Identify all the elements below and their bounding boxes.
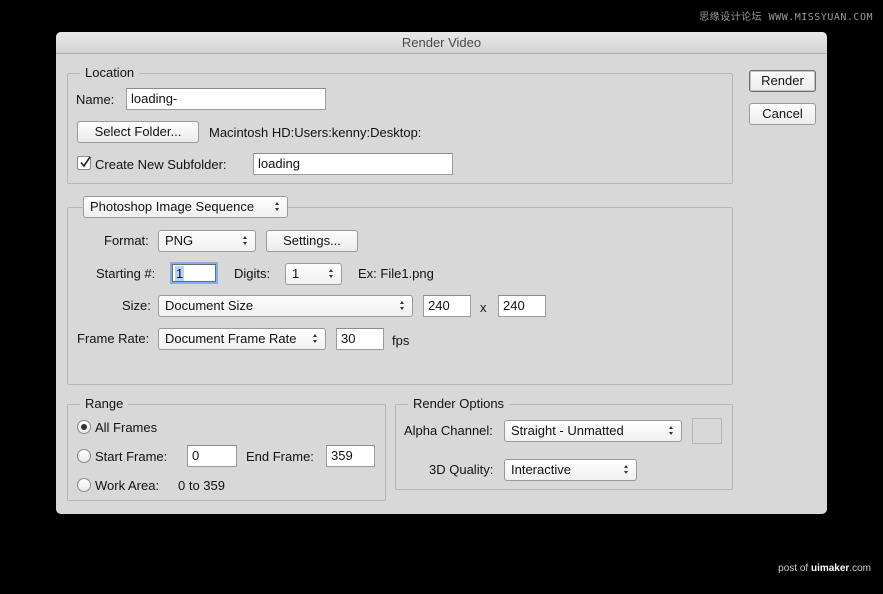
folder-path: Macintosh HD:Users:kenny:Desktop: [209,125,422,140]
size-select[interactable]: Document Size [158,295,413,317]
render-options-legend: Render Options [408,396,510,411]
updown-arrows-icon [274,200,281,214]
watermark-bottom: post of uimaker.com [778,563,871,574]
matte-color-swatch[interactable] [692,418,722,444]
name-label: Name: [76,92,115,107]
create-subfolder-label: Create New Subfolder: [95,157,227,172]
start-frame-radio[interactable] [77,449,91,463]
export-type-value: Photoshop Image Sequence [90,199,255,214]
range-legend: Range [80,396,129,411]
updown-arrows-icon [399,299,406,313]
end-frame-field[interactable]: 359 [326,445,375,467]
digits-label: Digits: [234,266,271,281]
fps-field[interactable]: 30 [336,328,384,350]
digits-value: 1 [292,266,300,281]
fps-label: fps [392,333,410,348]
3d-quality-select[interactable]: Interactive [504,459,637,481]
frame-rate-value: Document Frame Rate [165,331,297,346]
dimension-x-label: x [480,300,487,315]
watermark-top: 思缘设计论坛 WWW.MISSYUAN.COM [699,12,873,23]
start-frame-field[interactable]: 0 [187,445,237,467]
name-field[interactable]: loading- [126,88,326,110]
starting-number-label: Starting #: [96,266,156,281]
create-subfolder-checkbox[interactable] [77,156,91,170]
watermark-suffix: .com [849,563,871,574]
start-frame-label: Start Frame: [95,449,168,464]
3d-quality-value: Interactive [511,462,571,477]
updown-arrows-icon [328,267,335,281]
all-frames-radio[interactable] [77,420,91,434]
export-type-select[interactable]: Photoshop Image Sequence [83,196,288,218]
size-label: Size: [122,298,151,313]
frame-rate-label: Frame Rate: [77,331,150,346]
frame-rate-select[interactable]: Document Frame Rate [158,328,326,350]
checkmark-icon [80,156,91,168]
starting-number-field[interactable]: 1 [170,262,218,284]
filename-example: Ex: File1.png [358,266,434,281]
cancel-button[interactable]: Cancel [749,103,816,125]
updown-arrows-icon [623,463,630,477]
work-area-label: Work Area: [95,478,160,493]
updown-arrows-icon [242,234,249,248]
updown-arrows-icon [312,332,319,346]
work-area-value: 0 to 359 [178,478,225,493]
updown-arrows-icon [668,424,675,438]
size-value: Document Size [165,298,254,313]
end-frame-label: End Frame: [246,449,314,464]
subfolder-field[interactable]: loading [253,153,453,175]
location-legend: Location [80,65,140,80]
render-video-dialog: Render Video Render Cancel Location Name… [56,32,827,514]
alpha-channel-select[interactable]: Straight - Unmatted [504,420,682,442]
height-field[interactable]: 240 [498,295,546,317]
width-field[interactable]: 240 [423,295,471,317]
watermark-brand: uimaker [810,563,850,574]
alpha-channel-label: Alpha Channel: [404,423,493,438]
format-value: PNG [165,233,194,248]
work-area-radio[interactable] [77,478,91,492]
all-frames-label: All Frames [95,420,158,435]
select-folder-button[interactable]: Select Folder... [77,121,199,143]
starting-number-value: 1 [175,266,185,281]
format-select[interactable]: PNG [158,230,256,252]
render-button[interactable]: Render [749,70,816,92]
dialog-title: Render Video [56,32,827,54]
settings-button[interactable]: Settings... [266,230,358,252]
format-label: Format: [104,233,149,248]
3d-quality-label: 3D Quality: [429,462,494,477]
alpha-channel-value: Straight - Unmatted [511,423,624,438]
digits-select[interactable]: 1 [285,263,342,285]
watermark-prefix: post of [778,563,811,574]
